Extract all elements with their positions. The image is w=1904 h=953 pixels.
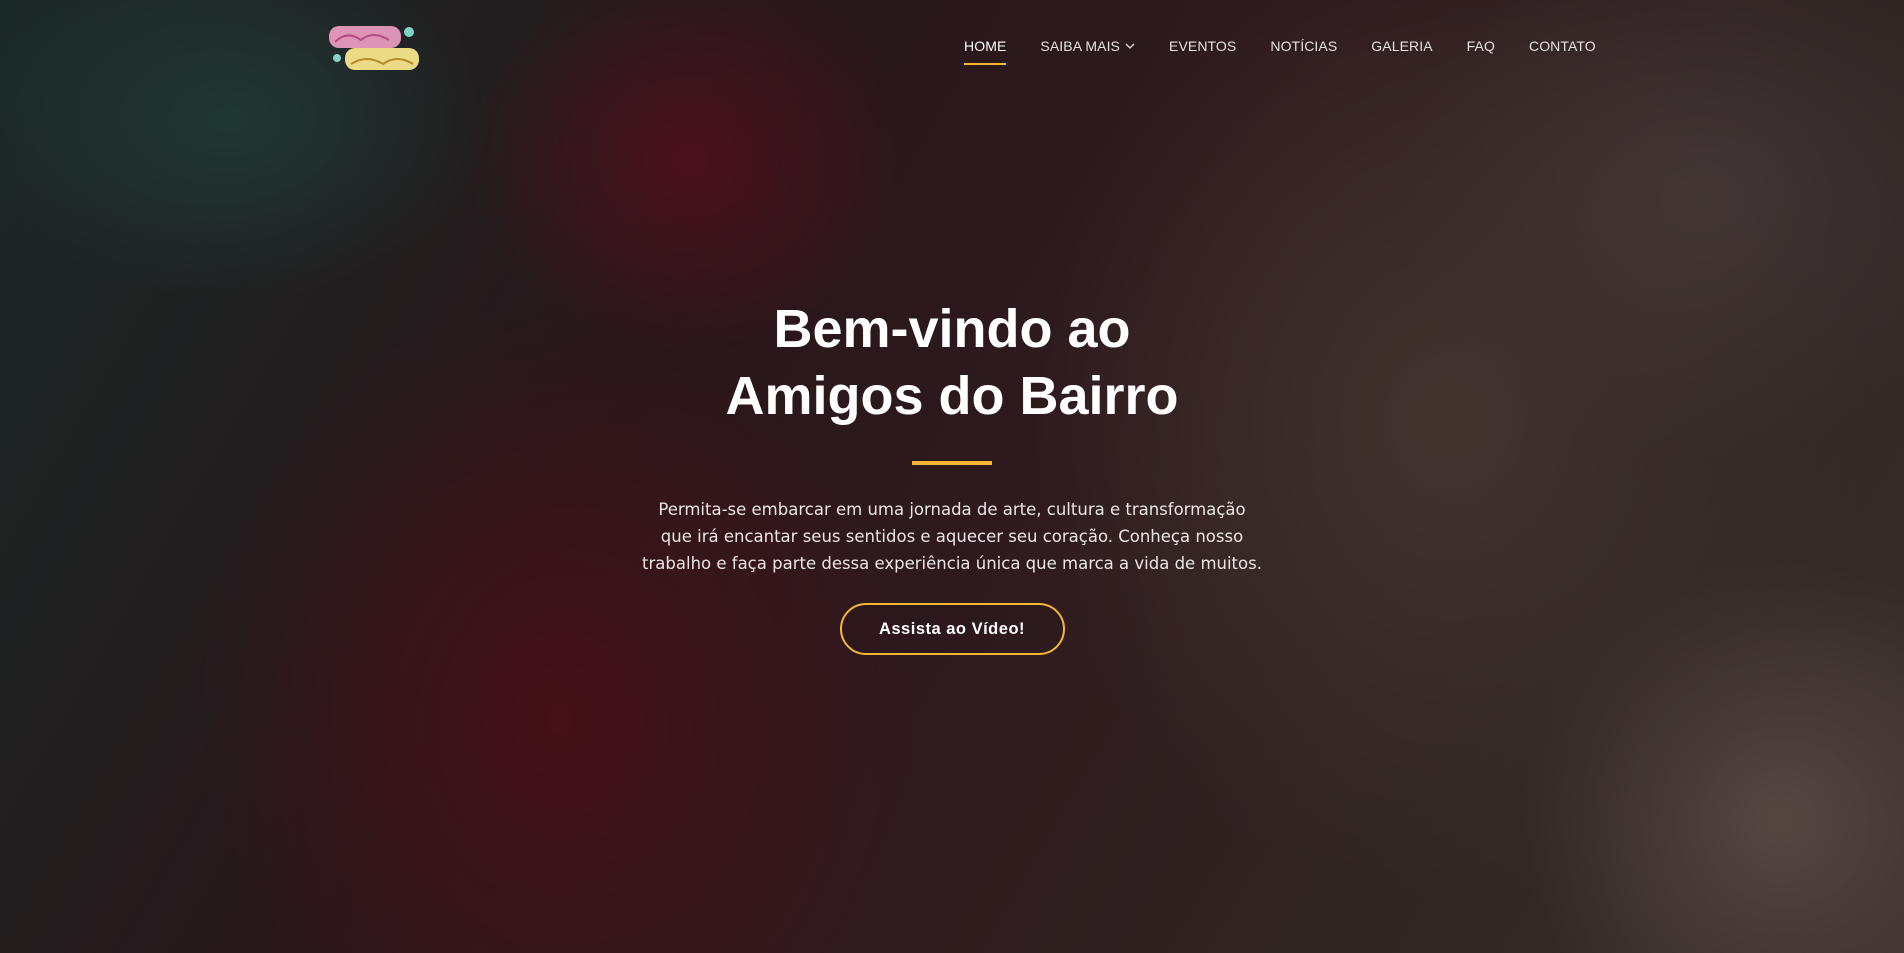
hero-section: HOME SAIBA MAIS EVENTOS NOTÍCIAS GALERIA…: [0, 0, 1904, 953]
hero-title: Bem-vindo ao Amigos do Bairro: [692, 296, 1212, 430]
main-nav: HOME SAIBA MAIS EVENTOS NOTÍCIAS GALERIA…: [964, 38, 1630, 65]
logo-image: [329, 26, 419, 70]
nav-item-galeria[interactable]: GALERIA: [1371, 38, 1432, 54]
nav-item-eventos[interactable]: EVENTOS: [1169, 38, 1236, 54]
nav-item-saiba-mais[interactable]: SAIBA MAIS: [1040, 38, 1135, 54]
nav-item-contato[interactable]: CONTATO: [1529, 38, 1596, 54]
nav-item-label: NOTÍCIAS: [1270, 38, 1338, 54]
nav-item-label: GALERIA: [1371, 38, 1433, 54]
hero-content: Bem-vindo ao Amigos do Bairro Permita-se…: [452, 296, 1452, 655]
nav-item-label: EVENTOS: [1169, 38, 1237, 54]
hero-title-line2: Amigos do Bairro: [725, 366, 1179, 426]
nav-item-label: CONTATO: [1528, 38, 1596, 54]
site-logo[interactable]: [327, 22, 423, 74]
nav-item-home[interactable]: HOME: [964, 38, 1007, 65]
title-divider: [912, 461, 992, 465]
chevron-down-icon: [1125, 43, 1135, 49]
hero-title-line1: Bem-vindo ao: [773, 299, 1131, 359]
nav-item-faq[interactable]: FAQ: [1467, 38, 1495, 54]
nav-item-noticias[interactable]: NOTÍCIAS: [1270, 38, 1337, 54]
nav-item-label: SAIBA MAIS: [1040, 38, 1120, 54]
nav-item-label: FAQ: [1466, 38, 1495, 54]
nav-item-label: HOME: [964, 38, 1007, 54]
hero-description: Permita-se embarcar em uma jornada de ar…: [642, 500, 1262, 573]
watch-video-button[interactable]: Assista ao Vídeo!: [839, 603, 1065, 655]
